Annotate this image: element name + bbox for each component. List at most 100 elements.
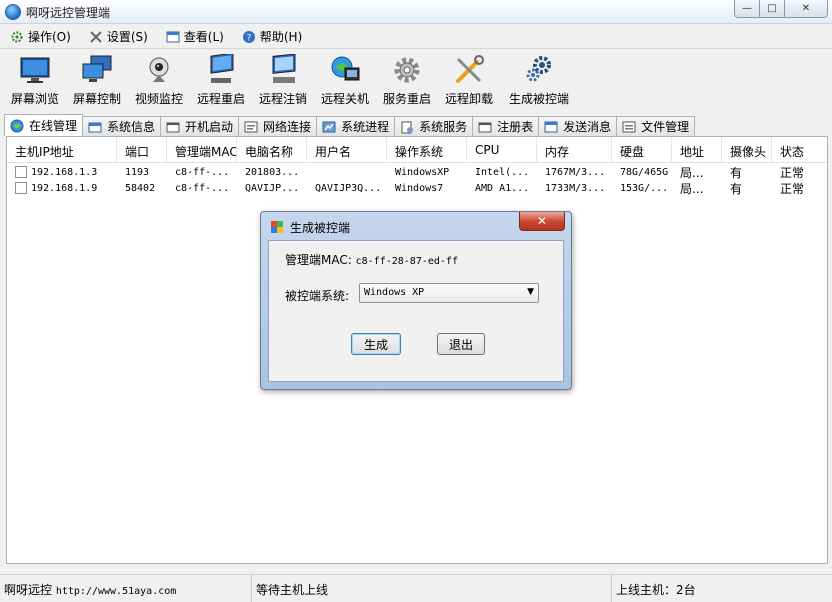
col-camera[interactable]: 摄像头 bbox=[722, 137, 772, 163]
monitors-icon bbox=[82, 55, 112, 82]
cell-username: QAVIJP3Q... bbox=[315, 182, 382, 194]
remote-logoff-button[interactable]: 远程注销 bbox=[252, 50, 314, 112]
close-icon: ✕ bbox=[536, 214, 548, 228]
remote-restart-button[interactable]: 远程重启 bbox=[190, 50, 252, 112]
tab-registry[interactable]: 注册表 bbox=[472, 116, 540, 136]
screen-control-button[interactable]: 屏幕控制 bbox=[66, 50, 128, 112]
logoff-icon bbox=[272, 54, 296, 83]
remote-uninstall-button[interactable]: 远程卸载 bbox=[438, 50, 500, 112]
remote-shutdown-button[interactable]: 远程关机 bbox=[314, 50, 376, 112]
gear-icon bbox=[11, 30, 23, 43]
message-window-icon bbox=[544, 121, 558, 132]
cell-status: 正常 bbox=[780, 165, 805, 180]
cell-port: 1193 bbox=[125, 166, 150, 178]
app-globe-icon bbox=[5, 4, 21, 20]
cell-computer-name: QAVIJP... bbox=[245, 182, 300, 194]
tab-online-management[interactable]: 在线管理 bbox=[4, 114, 84, 136]
menu-operate[interactable]: 操作(O) bbox=[10, 28, 71, 45]
cell-ip: 192.168.1.3 bbox=[31, 166, 98, 178]
menu-view[interactable]: 查看(L) bbox=[166, 28, 224, 45]
os-select[interactable]: Windows XP ▼ bbox=[359, 283, 539, 303]
window-icon bbox=[88, 122, 102, 132]
cell-location: 局... bbox=[680, 181, 704, 196]
host-list-rows: 192.168.1.3 1193 c8-ff-... 201803... Win… bbox=[7, 164, 827, 196]
maximize-button[interactable]: □ bbox=[759, 0, 785, 18]
cell-disk: 78G/465G bbox=[620, 166, 669, 178]
screen-browse-button[interactable]: 屏幕浏览 bbox=[4, 50, 66, 112]
col-username[interactable]: 用户名 bbox=[307, 137, 387, 163]
table-row[interactable]: 192.168.1.3 1193 c8-ff-... 201803... Win… bbox=[7, 164, 827, 180]
process-icon bbox=[322, 121, 336, 132]
tab-send-message-label: 发送消息 bbox=[563, 120, 612, 134]
tab-system-info[interactable]: 系统信息 bbox=[82, 116, 162, 136]
window-title: 啊呀远控管理端 bbox=[26, 6, 111, 20]
cell-os: WindowsXP bbox=[395, 166, 450, 178]
host-list-header: 主机IP地址 端口 管理端MAC 电脑名称 用户名 操作系统 CPU 内存 硬盘… bbox=[7, 137, 827, 163]
cell-cpu: Intel(... bbox=[475, 166, 530, 178]
registry-icon bbox=[478, 122, 492, 132]
exit-button[interactable]: 退出 bbox=[437, 333, 485, 355]
dialog-close-button[interactable]: ✕ bbox=[519, 212, 565, 231]
col-status[interactable]: 状态 bbox=[772, 137, 827, 163]
cell-port: 58402 bbox=[125, 182, 156, 194]
dialog-body: 管理端MAC: c8-ff-28-87-ed-ff 被控端系统: Windows… bbox=[268, 240, 564, 382]
status-url: http://www.51aya.com bbox=[55, 586, 177, 597]
cell-memory: 1767M/3... bbox=[545, 166, 606, 178]
generate-client-button[interactable]: 生成被控端 bbox=[500, 50, 578, 112]
mac-label: 管理端MAC: bbox=[285, 253, 352, 267]
webcam-icon bbox=[149, 57, 169, 82]
mac-value: c8-ff-28-87-ed-ff bbox=[355, 256, 458, 267]
maximize-icon: □ bbox=[767, 3, 777, 14]
toolbar: 屏幕浏览 屏幕控制 视频监控 远程重启 远程注销 远程关机 服务重启 远程卸载 … bbox=[0, 50, 832, 112]
tab-services[interactable]: 系统服务 bbox=[394, 116, 474, 136]
row-checkbox[interactable] bbox=[15, 182, 27, 194]
tab-startup-label: 开机启动 bbox=[185, 120, 234, 134]
col-disk[interactable]: 硬盘 bbox=[612, 137, 672, 163]
tab-system-info-label: 系统信息 bbox=[107, 120, 156, 134]
build-gears-icon bbox=[526, 56, 551, 82]
dialog-title: 生成被控端 bbox=[290, 221, 351, 235]
close-button[interactable]: ✕ bbox=[784, 0, 828, 18]
col-memory[interactable]: 内存 bbox=[537, 137, 612, 163]
status-brand: 啊呀远控 http://www.51aya.com bbox=[0, 575, 252, 602]
minimize-icon: — bbox=[742, 3, 752, 14]
tab-startup[interactable]: 开机启动 bbox=[160, 116, 240, 136]
remote-restart-label: 远程重启 bbox=[196, 92, 245, 106]
col-os[interactable]: 操作系统 bbox=[387, 137, 467, 163]
generate-button[interactable]: 生成 bbox=[351, 333, 401, 355]
generate-client-label: 生成被控端 bbox=[508, 92, 569, 106]
remote-logoff-label: 远程注销 bbox=[258, 92, 307, 106]
tab-network-label: 网络连接 bbox=[263, 120, 312, 134]
col-cpu[interactable]: CPU bbox=[467, 137, 537, 163]
os-label: 被控端系统: bbox=[285, 289, 350, 303]
tab-send-message[interactable]: 发送消息 bbox=[538, 116, 618, 136]
col-computer-name[interactable]: 电脑名称 bbox=[237, 137, 307, 163]
monitor-icon bbox=[20, 57, 50, 83]
tab-registry-label: 注册表 bbox=[497, 120, 534, 134]
tab-processes-label: 系统进程 bbox=[341, 120, 390, 134]
table-row[interactable]: 192.168.1.9 58402 c8-ff-... QAVIJP... QA… bbox=[7, 180, 827, 196]
tab-services-label: 系统服务 bbox=[419, 120, 468, 134]
uninstall-tools-icon bbox=[456, 55, 484, 83]
cell-location: 局... bbox=[680, 165, 704, 180]
col-ip[interactable]: 主机IP地址 bbox=[7, 137, 117, 163]
menu-settings-label: 设置(S) bbox=[106, 30, 148, 44]
row-checkbox[interactable] bbox=[15, 166, 27, 178]
cell-computer-name: 201803... bbox=[245, 166, 300, 178]
menu-operate-label: 操作(O) bbox=[28, 30, 71, 44]
col-location[interactable]: 地址 bbox=[672, 137, 722, 163]
service-restart-button[interactable]: 服务重启 bbox=[376, 50, 438, 112]
menu-settings[interactable]: 设置(S) bbox=[89, 28, 148, 45]
video-monitor-button[interactable]: 视频监控 bbox=[128, 50, 190, 112]
menu-help[interactable]: ? 帮助(H) bbox=[242, 28, 302, 45]
tab-network[interactable]: 网络连接 bbox=[238, 116, 318, 136]
tab-processes[interactable]: 系统进程 bbox=[316, 116, 396, 136]
col-mac[interactable]: 管理端MAC bbox=[167, 137, 237, 163]
remote-uninstall-label: 远程卸载 bbox=[444, 92, 493, 106]
generate-client-dialog: 生成被控端 ✕ 管理端MAC: c8-ff-28-87-ed-ff 被控端系统:… bbox=[260, 211, 572, 390]
tab-file-manager[interactable]: 文件管理 bbox=[616, 116, 696, 136]
cell-memory: 1733M/3... bbox=[545, 182, 606, 194]
view-icon bbox=[166, 31, 180, 42]
minimize-button[interactable]: — bbox=[734, 0, 760, 18]
col-port[interactable]: 端口 bbox=[117, 137, 167, 163]
